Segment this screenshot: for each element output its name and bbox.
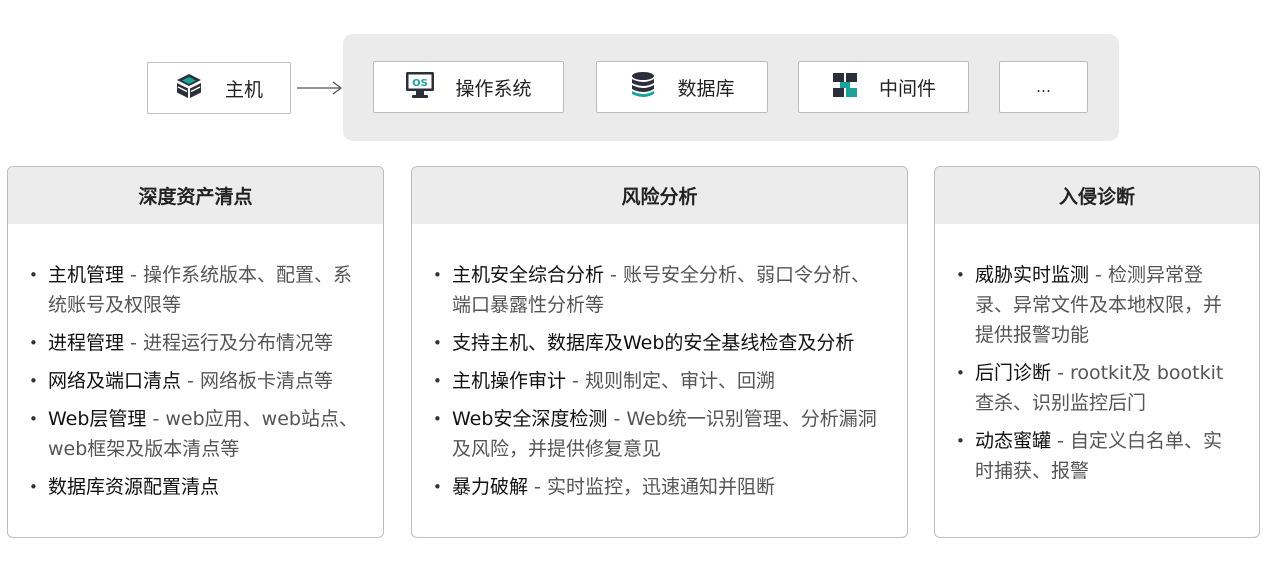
component-middleware: 中间件	[798, 61, 969, 113]
panel-item-list: 主机管理 - 操作系统版本、配置、系统账号及权限等 进程管理 - 进程运行及分布…	[8, 224, 383, 502]
list-item: 数据库资源配置清点	[29, 472, 359, 502]
list-item: 进程管理 - 进程运行及分布情况等	[29, 328, 359, 358]
arrow-right-icon	[297, 81, 342, 95]
component-database: 数据库	[596, 61, 768, 113]
list-item: 主机管理 - 操作系统版本、配置、系统账号及权限等	[29, 260, 359, 320]
os-monitor-icon: OS	[405, 71, 435, 103]
list-item: 威胁实时监测 - 检测异常登录、异常文件及本地权限，并提供报警功能	[956, 260, 1237, 350]
list-item: Web层管理 - web应用、web站点、web框架及版本清点等	[29, 404, 359, 464]
component-more: …	[999, 61, 1088, 113]
list-item: 主机安全综合分析 - 账号安全分析、弱口令分析、端口暴露性分析等	[433, 260, 887, 320]
server-cube-icon	[175, 72, 203, 104]
component-label: 数据库	[677, 77, 735, 100]
list-item: 支持主机、数据库及Web的安全基线检查及分析	[433, 328, 887, 358]
panel-title: 风险分析	[412, 167, 907, 224]
panel-intrusion-diagnosis: 入侵诊断 威胁实时监测 - 检测异常登录、异常文件及本地权限，并提供报警功能 后…	[934, 166, 1260, 538]
panel-title: 入侵诊断	[935, 167, 1259, 224]
list-item: Web安全深度检测 - Web统一识别管理、分析漏洞及风险，并提供修复意见	[433, 404, 887, 464]
component-label: 中间件	[878, 77, 936, 100]
host-node: 主机	[147, 62, 291, 114]
list-item: 后门诊断 - rootkit及 bootkit查杀、识别监控后门	[956, 358, 1237, 418]
list-item: 动态蜜罐 - 自定义白名单、实时捕获、报警	[956, 426, 1237, 486]
component-os: OS 操作系统	[373, 61, 564, 113]
list-item: 网络及端口清点 - 网络板卡清点等	[29, 366, 359, 396]
component-label: 操作系统	[455, 77, 532, 100]
panel-risk-analysis: 风险分析 主机安全综合分析 - 账号安全分析、弱口令分析、端口暴露性分析等 支持…	[411, 166, 908, 538]
list-item: 主机操作审计 - 规则制定、审计、回溯	[433, 366, 887, 396]
panel-asset-inventory: 深度资产清点 主机管理 - 操作系统版本、配置、系统账号及权限等 进程管理 - …	[7, 166, 384, 538]
panel-item-list: 主机安全综合分析 - 账号安全分析、弱口令分析、端口暴露性分析等 支持主机、数据…	[412, 224, 907, 502]
middleware-icon	[831, 71, 859, 103]
list-item: 暴力破解 - 实时监控，迅速通知并阻断	[433, 472, 887, 502]
panel-title: 深度资产清点	[8, 167, 383, 224]
database-icon	[629, 71, 657, 103]
ellipsis-label: …	[1036, 78, 1051, 96]
svg-text:OS: OS	[413, 78, 429, 89]
panel-item-list: 威胁实时监测 - 检测异常登录、异常文件及本地权限，并提供报警功能 后门诊断 -…	[935, 224, 1259, 486]
host-label: 主机	[224, 78, 263, 101]
